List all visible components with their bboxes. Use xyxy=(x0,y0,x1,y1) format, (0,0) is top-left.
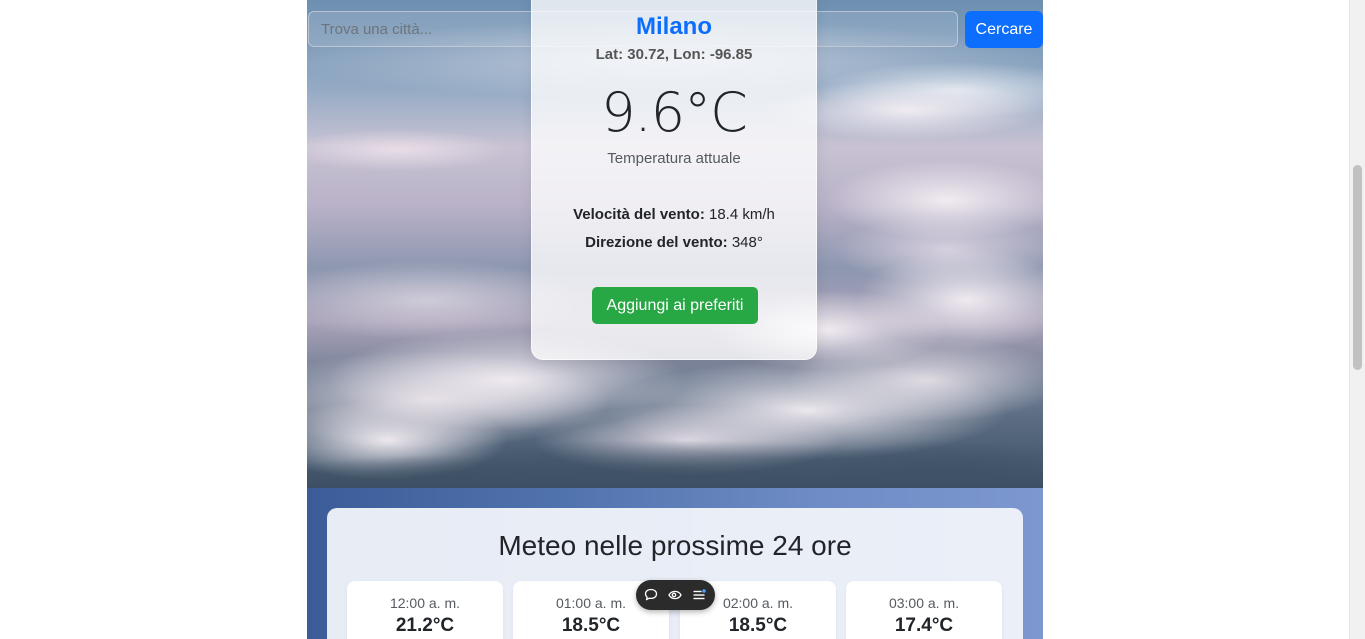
search-button[interactable]: Cercare xyxy=(965,11,1043,48)
coordinates: Lat: 30.72, Lon: -96.85 xyxy=(595,46,753,63)
forecast-hour-card: 03:00 a. m. 17.4°C xyxy=(846,581,1002,639)
wind-speed: Velocità del vento: 18.4 km/h xyxy=(532,206,816,223)
comment-icon[interactable] xyxy=(643,587,659,603)
city-name: Milano xyxy=(636,13,712,40)
vertical-scrollbar[interactable] xyxy=(1349,0,1365,639)
page: Cercare Milano Lat: 30.72, Lon: -96.85 9… xyxy=(0,0,1349,639)
forecast-hour-time: 03:00 a. m. xyxy=(888,595,960,611)
forecast-hour-card: 12:00 a. m. 21.2°C xyxy=(347,581,503,639)
eye-icon[interactable] xyxy=(667,587,683,603)
wind-direction: Direzione del vento: 348° xyxy=(532,234,816,251)
current-weather-card: Milano Lat: 30.72, Lon: -96.85 9.6°C Tem… xyxy=(531,0,817,360)
add-to-favorites-button[interactable]: Aggiungi ai preferiti xyxy=(592,287,758,324)
forecast-hour-temp: 18.5°C xyxy=(561,615,621,636)
forecast-hour-time: 12:00 a. m. xyxy=(389,595,461,611)
forecast-hour-temp: 18.5°C xyxy=(728,615,788,636)
wind-speed-value: 18.4 km/h xyxy=(704,206,775,223)
floating-toolbar xyxy=(636,580,715,610)
forecast-hour-temp: 21.2°C xyxy=(395,615,455,636)
list-icon[interactable] xyxy=(691,587,707,603)
wind-speed-label: Velocità del vento: xyxy=(573,206,705,223)
temperature-caption: Temperatura attuale xyxy=(607,150,741,167)
forecast-panel: Meteo nelle prossime 24 ore 12:00 a. m. … xyxy=(327,508,1023,639)
forecast-title: Meteo nelle prossime 24 ore xyxy=(498,530,852,561)
scrollbar-thumb[interactable] xyxy=(1353,165,1362,370)
wind-direction-label: Direzione del vento: xyxy=(585,234,728,251)
forecast-hour-temp: 17.4°C xyxy=(894,615,954,636)
forecast-section: Meteo nelle prossime 24 ore 12:00 a. m. … xyxy=(307,488,1043,639)
current-temperature: 9.6°C xyxy=(601,81,748,144)
wind-direction-value: 348° xyxy=(727,234,763,251)
